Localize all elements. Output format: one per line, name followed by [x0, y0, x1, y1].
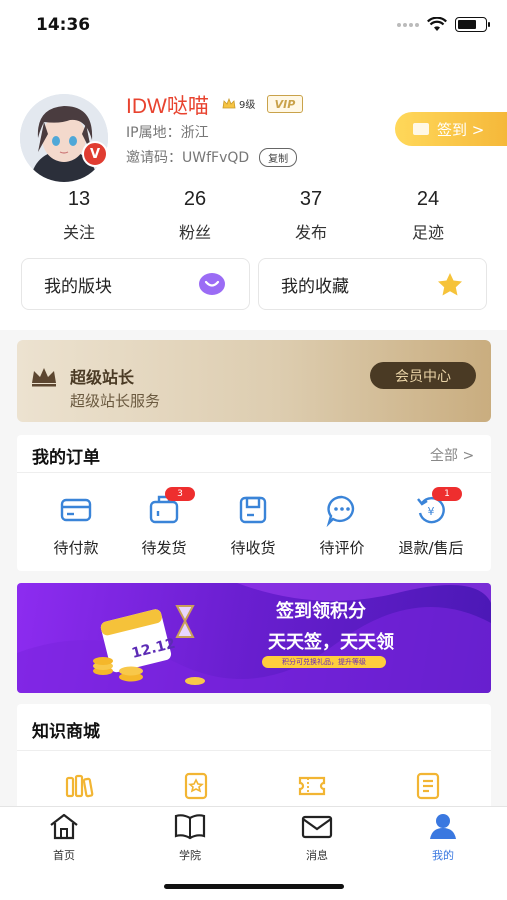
comment-icon	[326, 495, 355, 528]
chat-bubble-icon	[199, 273, 225, 295]
tab-messages[interactable]: 消息	[277, 812, 357, 863]
notebook-star-icon[interactable]	[180, 770, 212, 802]
tab-label: 学院	[179, 849, 201, 862]
stat-follow[interactable]: 13 关注	[39, 188, 119, 243]
orders-all-link[interactable]: 全部 >	[430, 445, 474, 465]
vip-title: 超级站长	[70, 368, 135, 387]
box-icon	[239, 496, 267, 524]
stat-posts[interactable]: 37 发布	[271, 188, 351, 243]
card-icon	[60, 498, 92, 522]
books-icon[interactable]	[63, 770, 95, 802]
order-pending-shipment[interactable]: 3 待发货	[124, 487, 204, 558]
stat-label: 发布	[294, 223, 327, 242]
avatar[interactable]	[20, 94, 108, 182]
status-icons	[397, 17, 490, 32]
signin-promo-banner[interactable]: 12.12	[17, 583, 491, 693]
crown-icon	[32, 368, 56, 387]
tab-label: 消息	[306, 849, 328, 862]
divider	[17, 472, 491, 473]
level-text: 9级	[239, 100, 256, 111]
my-favorites-label: 我的收藏	[281, 276, 349, 297]
user-icon	[430, 814, 456, 839]
tab-mine[interactable]: 我的	[403, 812, 483, 863]
vip-tag: VIP	[267, 95, 303, 113]
order-refund[interactable]: ¥ 1 退款/售后	[391, 487, 471, 558]
orders-title: 我的订单	[32, 448, 100, 468]
signal-icon	[397, 22, 419, 27]
order-label: 退款/售后	[398, 539, 464, 557]
mail-icon	[301, 815, 333, 839]
tab-academy[interactable]: 学院	[150, 812, 230, 863]
shop-title: 知识商城	[32, 722, 100, 742]
order-badge: 3	[165, 487, 195, 501]
home-icon	[50, 813, 78, 840]
my-sections-card[interactable]: 我的版块	[21, 258, 250, 310]
order-pending-review[interactable]: 待评价	[302, 493, 382, 558]
order-badge: 1	[432, 487, 462, 501]
promo-title: 签到领积分	[276, 601, 366, 622]
promo-subtitle: 积分可兑换礼品，提升等级	[262, 656, 386, 668]
copy-button[interactable]: 复制	[259, 147, 298, 167]
promo-artwork: 12.12	[17, 583, 491, 693]
divider	[17, 750, 491, 751]
document-icon[interactable]	[412, 770, 444, 802]
level-indicator: 9级	[222, 96, 255, 111]
signin-icon	[413, 123, 429, 135]
invite-code-row: 邀请码：UWfFvQD 复制	[126, 147, 298, 167]
order-label: 待评价	[319, 539, 365, 557]
crown-level-icon	[222, 97, 236, 108]
signin-button[interactable]: 签到 >	[395, 112, 507, 146]
member-center-button[interactable]: 会员中心	[370, 362, 476, 389]
tab-label: 首页	[53, 849, 75, 862]
promo-slogan: 天天签，天天领	[268, 632, 394, 653]
ip-location: IP属地：浙江	[126, 125, 209, 141]
my-favorites-card[interactable]: 我的收藏	[258, 258, 487, 310]
invite-code: 邀请码：UWfFvQD	[126, 150, 250, 166]
stat-label: 关注	[62, 223, 95, 242]
username: IDW哒喵	[126, 95, 209, 118]
order-pending-payment[interactable]: 待付款	[36, 493, 116, 558]
order-label: 待发货	[141, 539, 187, 557]
vip-subtitle: 超级站长服务	[70, 392, 161, 410]
order-pending-receipt[interactable]: 待收货	[213, 493, 293, 558]
my-sections-label: 我的版块	[44, 276, 112, 297]
signin-label: 签到 >	[437, 120, 485, 139]
stat-footprints[interactable]: 24 足迹	[388, 188, 468, 243]
order-label: 待收货	[230, 539, 276, 557]
stat-label: 足迹	[411, 223, 444, 242]
stat-label: 粉丝	[178, 223, 211, 242]
star-icon	[438, 273, 462, 296]
stat-fans[interactable]: 26 粉丝	[155, 188, 235, 243]
stat-number: 13	[67, 188, 91, 210]
order-label: 待付款	[53, 539, 99, 557]
svg-text:¥: ¥	[428, 505, 435, 518]
book-icon	[174, 814, 206, 840]
status-bar: 14:36	[0, 0, 507, 50]
tab-label: 我的	[432, 849, 454, 862]
verified-badge: V	[82, 141, 108, 167]
stat-number: 24	[416, 188, 440, 210]
tab-home[interactable]: 首页	[24, 812, 104, 863]
status-time: 14:36	[36, 15, 91, 35]
battery-icon	[455, 17, 490, 32]
stat-number: 26	[183, 188, 207, 210]
stat-number: 37	[299, 188, 323, 210]
home-indicator	[164, 884, 344, 889]
ticket-icon[interactable]	[296, 770, 328, 802]
wifi-icon	[427, 17, 447, 31]
